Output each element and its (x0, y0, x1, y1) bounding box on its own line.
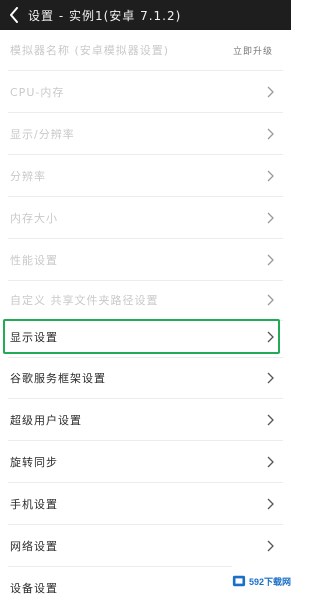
settings-row-label: CPU-内存 (10, 86, 65, 99)
row-divider (8, 196, 283, 197)
chevron-right-icon (267, 456, 274, 468)
settings-row[interactable]: 手机设置 (0, 487, 291, 521)
settings-row[interactable]: 模拟器名称 (安卓模拟器设置) 立即升级 (0, 33, 291, 67)
chevron-right-icon (267, 294, 274, 306)
watermark-text: 592下载网 (248, 576, 291, 587)
page-title: 设置 - 实例1(安卓 7.1.2) (28, 8, 182, 23)
watermark-badge: 592下载网 (232, 566, 291, 596)
upgrade-link[interactable]: 立即升级 (233, 44, 273, 57)
settings-row[interactable]: 性能设置 (0, 243, 291, 277)
settings-row-label: 谷歌服务框架设置 (10, 372, 106, 385)
row-divider (8, 357, 283, 358)
row-divider (8, 112, 283, 113)
chevron-right-icon (267, 254, 274, 266)
row-divider (8, 238, 283, 239)
row-divider (8, 440, 283, 441)
row-divider (8, 154, 283, 155)
settings-row[interactable]: 自定义 共享文件夹路径设置 (0, 283, 291, 317)
settings-row[interactable]: 网络设置 (0, 529, 291, 563)
settings-row-label: 性能设置 (10, 254, 58, 267)
row-divider (8, 398, 283, 399)
settings-row[interactable]: 显示/分辨率 (0, 117, 291, 151)
row-divider (8, 280, 283, 281)
settings-row-label: 内存大小 (10, 212, 58, 225)
back-arrow-icon (10, 7, 18, 23)
chevron-right-icon (267, 414, 274, 426)
settings-row-label: 显示/分辨率 (10, 128, 75, 141)
chevron-right-icon (267, 372, 274, 384)
chevron-right-icon (267, 128, 274, 140)
settings-row-label: 超级用户设置 (10, 414, 82, 427)
chevron-right-icon (267, 498, 274, 510)
settings-row-label: 分辨率 (10, 170, 46, 183)
settings-row[interactable]: 分辨率 (0, 159, 291, 193)
site-logo-icon (232, 575, 246, 587)
chevron-right-icon (267, 540, 274, 552)
row-divider (8, 482, 283, 483)
settings-row-label: 模拟器名称 (安卓模拟器设置) (10, 44, 170, 57)
settings-row[interactable]: 谷歌服务框架设置 (0, 361, 291, 395)
row-divider (8, 70, 283, 71)
settings-row[interactable]: CPU-内存 (0, 75, 291, 109)
top-bar: 设置 - 实例1(安卓 7.1.2) (0, 0, 291, 30)
settings-row-label: 网络设置 (10, 540, 58, 553)
selection-highlight (3, 319, 280, 354)
chevron-right-icon (267, 170, 274, 182)
settings-row-label: 手机设置 (10, 498, 58, 511)
settings-row-label: 自定义 共享文件夹路径设置 (10, 294, 159, 307)
settings-row-label: 设备设置 (10, 582, 58, 595)
settings-row[interactable]: 旋转同步 (0, 445, 291, 479)
settings-row[interactable]: 内存大小 (0, 201, 291, 235)
settings-row-label: 旋转同步 (10, 456, 58, 469)
chevron-right-icon (267, 86, 274, 98)
settings-row[interactable]: 超级用户设置 (0, 403, 291, 437)
back-button[interactable] (0, 0, 28, 30)
row-divider (8, 524, 283, 525)
chevron-right-icon (267, 212, 274, 224)
